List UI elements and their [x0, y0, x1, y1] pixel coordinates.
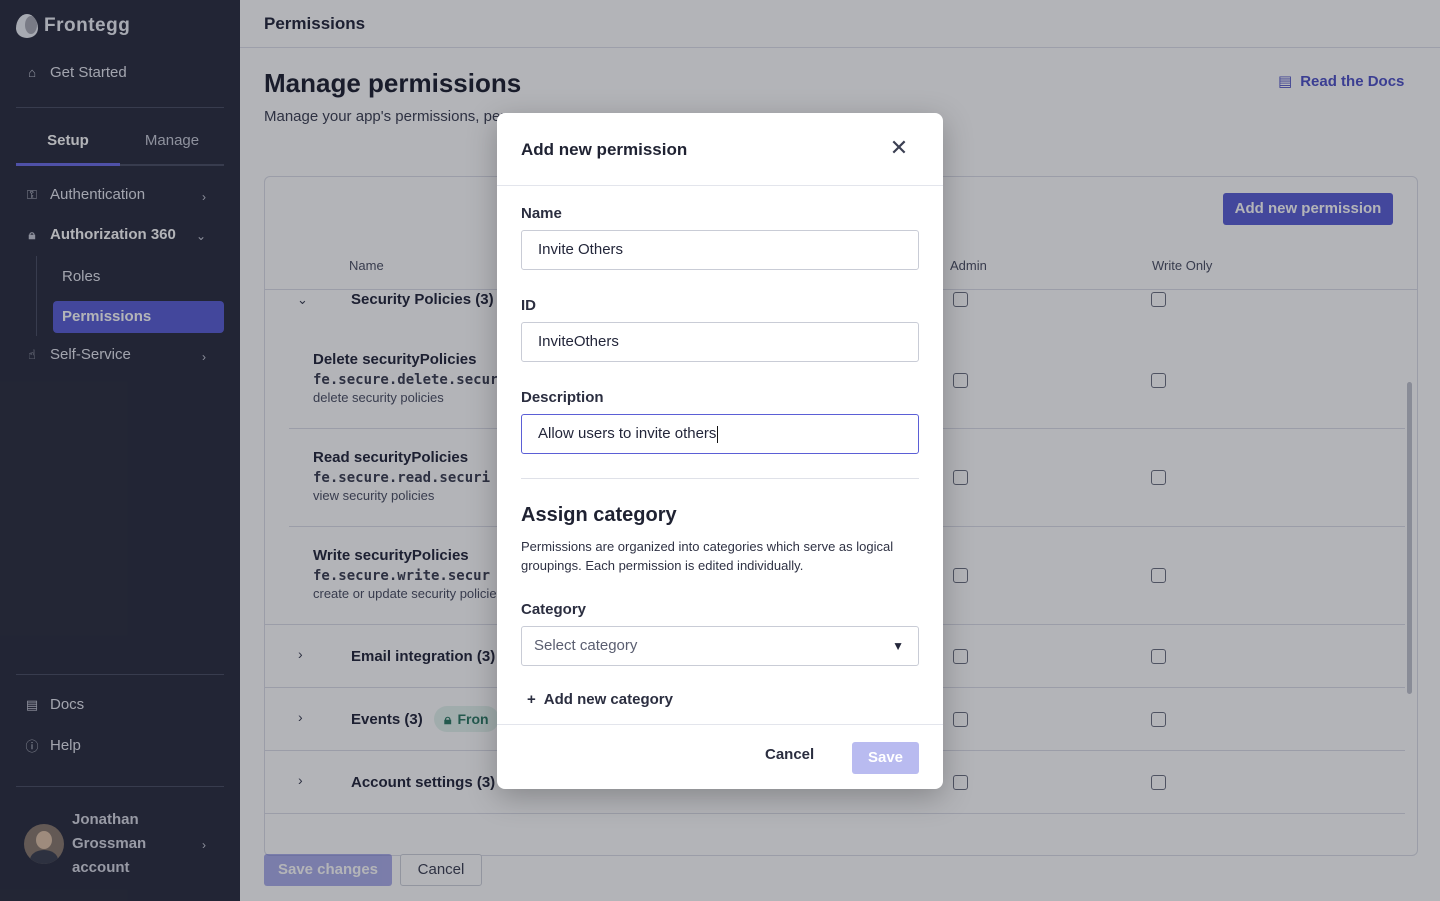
text-caret — [717, 425, 719, 443]
dialog-header: Add new permission ✕ — [497, 113, 943, 186]
category-select[interactable]: Select category ▼ — [521, 626, 919, 666]
add-category-button[interactable]: + Add new category — [527, 691, 673, 708]
category-placeholder: Select category — [534, 637, 638, 654]
dialog-footer: Cancel Save — [497, 724, 943, 789]
add-category-label: Add new category — [543, 691, 673, 708]
dialog-divider — [521, 478, 919, 479]
description-value: Allow users to invite others — [538, 425, 717, 442]
description-label: Description — [521, 389, 604, 406]
description-input[interactable]: Allow users to invite others — [521, 414, 919, 454]
add-permission-dialog: Add new permission ✕ Name Invite Others … — [497, 113, 943, 789]
close-icon[interactable]: ✕ — [889, 137, 909, 159]
cancel-button[interactable]: Cancel — [765, 746, 814, 763]
category-label: Category — [521, 601, 587, 618]
save-button[interactable]: Save — [852, 742, 919, 774]
chevron-down-icon: ▼ — [892, 639, 904, 653]
id-input[interactable]: InviteOthers — [521, 322, 919, 362]
assign-category-title: Assign category — [521, 504, 677, 526]
plus-icon: + — [527, 691, 536, 708]
dialog-title: Add new permission — [521, 140, 688, 159]
name-label: Name — [521, 205, 562, 222]
id-label: ID — [521, 297, 536, 314]
name-input[interactable]: Invite Others — [521, 230, 919, 270]
assign-category-text: Permissions are organized into categorie… — [521, 539, 894, 573]
